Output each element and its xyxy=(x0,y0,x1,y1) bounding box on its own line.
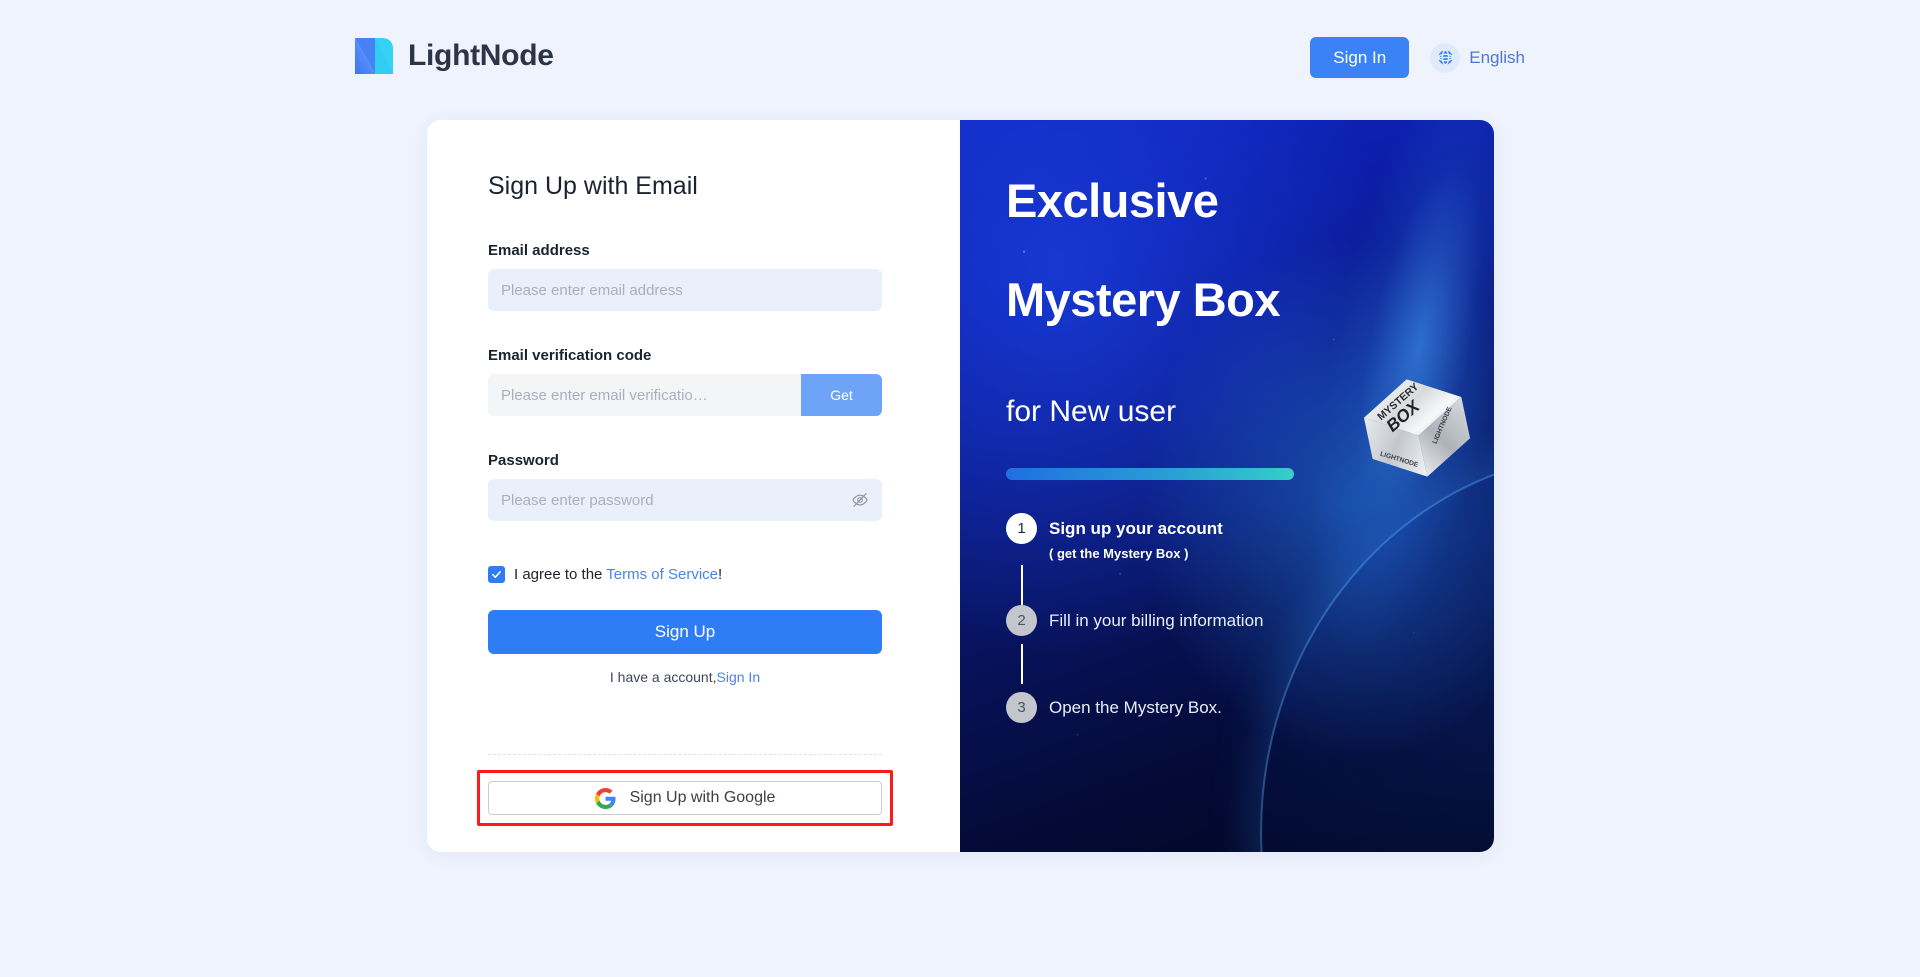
lightnode-logo-icon xyxy=(355,38,393,74)
verification-code-input[interactable]: Please enter email verificatio… xyxy=(488,374,801,416)
language-selector[interactable]: English xyxy=(1430,42,1525,73)
password-placeholder: Please enter password xyxy=(501,491,654,509)
step-2-number: 2 xyxy=(1006,605,1037,636)
password-label: Password xyxy=(488,452,559,469)
email-label: Email address xyxy=(488,242,590,259)
password-field-group: Password Please enter password xyxy=(488,452,882,521)
password-input[interactable]: Please enter password xyxy=(488,479,882,521)
get-code-button[interactable]: Get xyxy=(801,374,882,416)
language-label: English xyxy=(1469,47,1525,67)
brand-name: LightNode xyxy=(408,39,554,72)
have-account-text: I have a account, xyxy=(609,669,717,685)
step-3-text: Open the Mystery Box. xyxy=(1049,698,1222,717)
terms-suffix: ! xyxy=(718,566,723,583)
promo-progress-bar xyxy=(1006,468,1294,480)
verification-field-group: Email verification code Please enter ema… xyxy=(488,347,882,416)
email-input[interactable]: Please enter email address xyxy=(488,269,882,311)
globe-icon xyxy=(1430,42,1461,73)
verification-placeholder: Please enter email verificatio… xyxy=(501,386,708,404)
verification-row: Please enter email verificatio… Get xyxy=(488,374,882,416)
signup-card: Sign Up with Email Email address Please … xyxy=(427,120,1494,852)
step-connector-2 xyxy=(1021,644,1023,684)
header-actions: Sign In English xyxy=(1310,37,1525,78)
mystery-box-image: MYSTERY BOX LIGHTNODE LIGHTNODE xyxy=(1363,379,1471,477)
have-account-row: I have a account,Sign In xyxy=(488,669,882,685)
sign-up-with-google-button[interactable]: Sign Up with Google xyxy=(488,781,882,815)
verification-label: Email verification code xyxy=(488,347,652,364)
step-1-number: 1 xyxy=(1006,513,1037,544)
google-button-label: Sign Up with Google xyxy=(629,789,776,806)
promo-subheadline: for New user xyxy=(1006,395,1177,428)
brand-logo[interactable]: LightNode xyxy=(353,36,554,76)
eye-off-icon[interactable] xyxy=(851,491,869,509)
promo-headline-1: Exclusive xyxy=(1006,174,1219,227)
promo-step-1: 1 Sign up your account xyxy=(1006,513,1426,544)
terms-prefix: I agree to the xyxy=(514,566,607,583)
header-sign-in-button[interactable]: Sign In xyxy=(1310,37,1410,78)
page-header: LightNode Sign In English xyxy=(0,0,1920,104)
have-account-sign-in-link[interactable]: Sign In xyxy=(717,669,761,685)
terms-text: I agree to the Terms of Service! xyxy=(514,566,722,583)
sign-up-button[interactable]: Sign Up xyxy=(488,610,882,654)
terms-checkbox[interactable] xyxy=(488,566,505,583)
page-title: Sign Up with Email xyxy=(488,172,698,200)
promo-step-3: 3 Open the Mystery Box. xyxy=(1006,692,1426,723)
email-field-group: Email address Please enter email address xyxy=(488,242,882,311)
step-1-note: ( get the Mystery Box ) xyxy=(1049,546,1189,561)
promo-pane: Exclusive Mystery Box for New user MYSTE… xyxy=(960,120,1494,852)
form-divider xyxy=(488,754,882,755)
step-3-number: 3 xyxy=(1006,692,1037,723)
terms-of-service-link[interactable]: Terms of Service xyxy=(606,566,718,583)
terms-agreement-row: I agree to the Terms of Service! xyxy=(488,566,722,583)
promo-headline-2: Mystery Box xyxy=(1006,273,1281,326)
promo-step-2: 2 Fill in your billing information xyxy=(1006,605,1426,636)
signup-form-pane: Sign Up with Email Email address Please … xyxy=(427,120,960,852)
promo-steps-list: 1 Sign up your account ( get the Mystery… xyxy=(1006,513,1426,723)
google-g-icon xyxy=(594,787,616,809)
step-2-text: Fill in your billing information xyxy=(1049,611,1264,630)
step-1-text: Sign up your account xyxy=(1049,519,1223,538)
check-icon xyxy=(492,570,501,579)
step-connector-1 xyxy=(1021,565,1023,605)
email-placeholder: Please enter email address xyxy=(501,281,683,299)
